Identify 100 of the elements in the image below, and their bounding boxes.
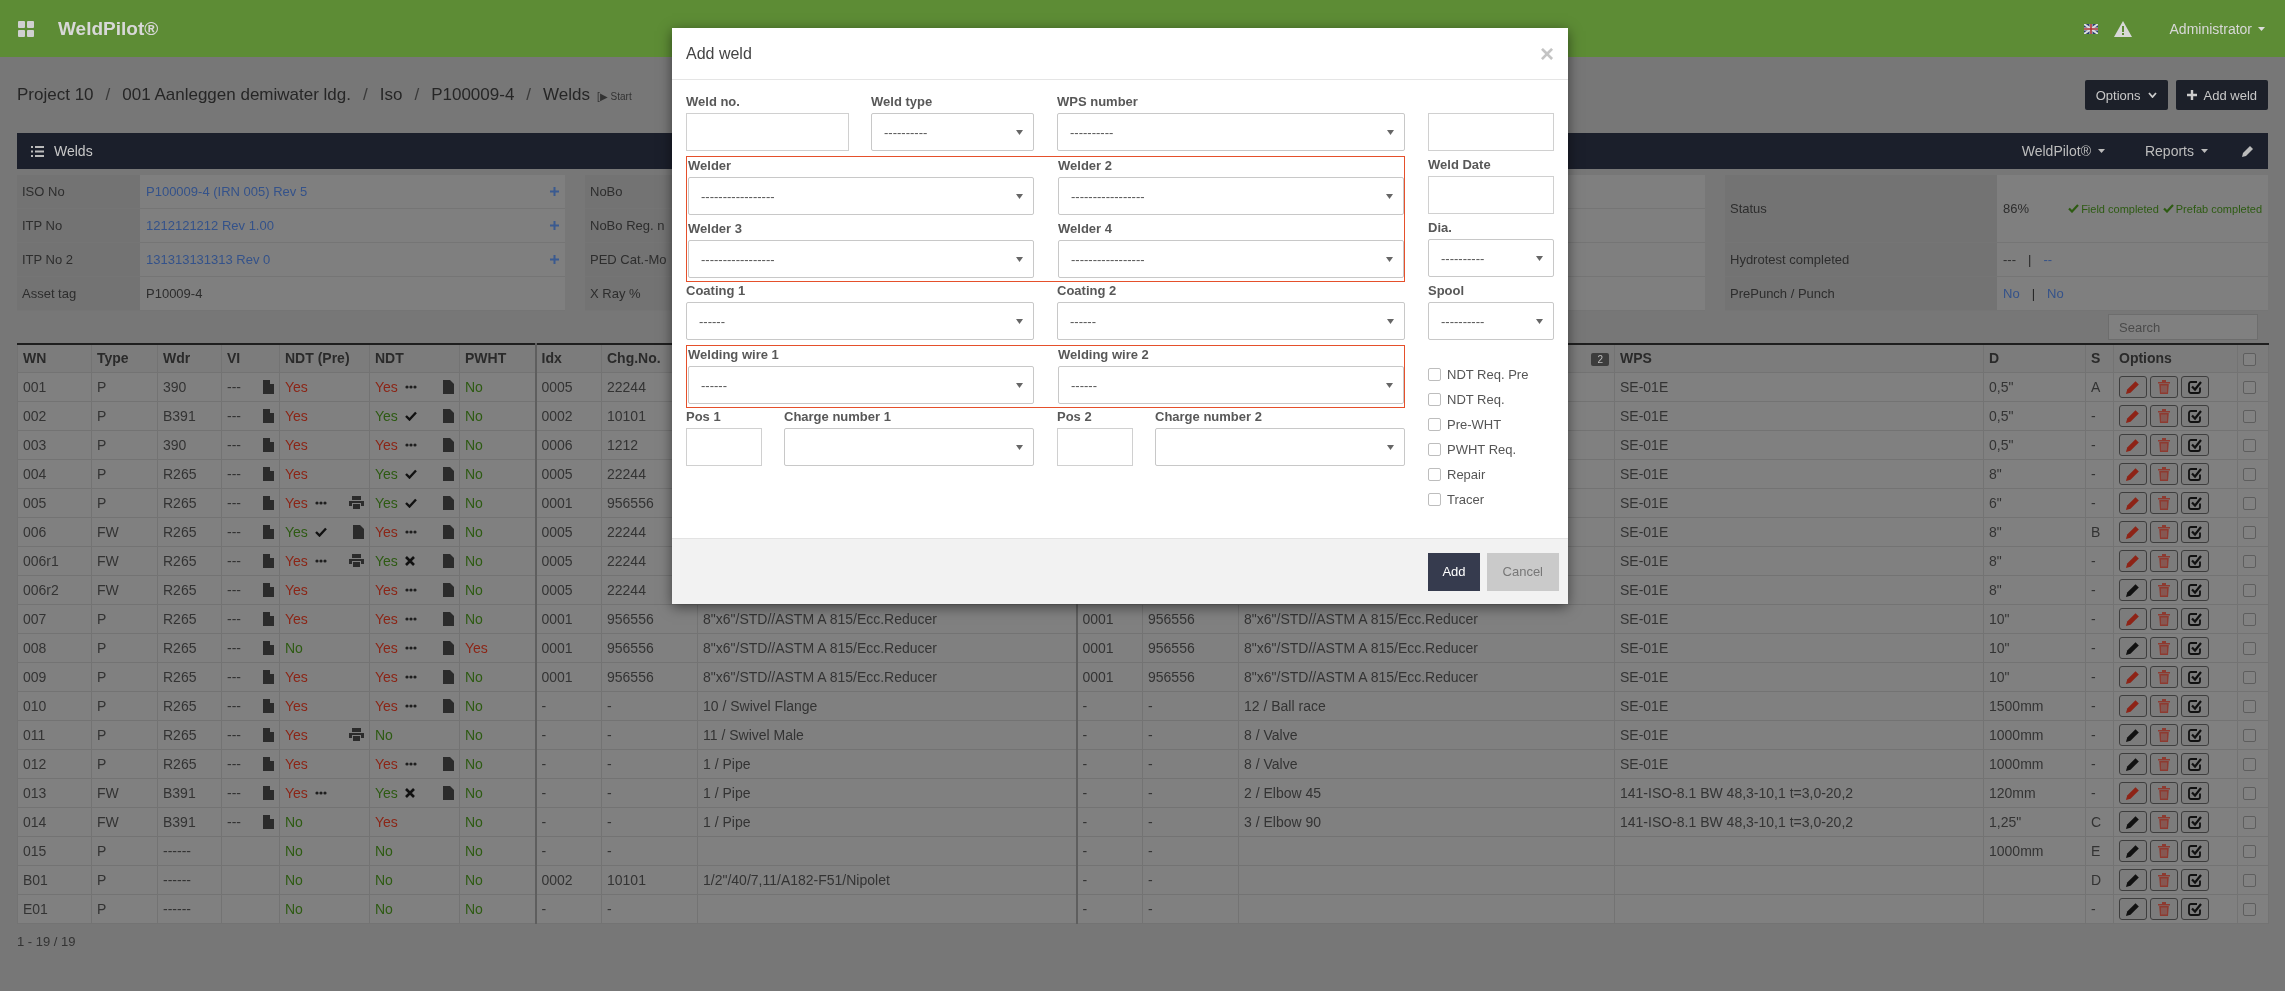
complete-button[interactable] (2181, 520, 2209, 543)
more-dots-icon[interactable] (404, 587, 417, 592)
complete-button[interactable] (2181, 665, 2209, 688)
row-checkbox[interactable] (2243, 555, 2256, 569)
document-icon[interactable] (263, 582, 274, 597)
edit-button[interactable] (2119, 433, 2147, 456)
delete-button[interactable] (2150, 578, 2178, 601)
more-dots-icon[interactable] (404, 703, 417, 708)
text-field[interactable] (686, 428, 762, 466)
document-icon[interactable] (263, 785, 274, 800)
complete-button[interactable] (2181, 491, 2209, 514)
row-checkbox[interactable] (2243, 816, 2256, 830)
row-checkbox[interactable] (2243, 787, 2256, 801)
more-dots-icon[interactable] (404, 616, 417, 621)
document-icon[interactable] (263, 437, 274, 452)
delete-button[interactable] (2150, 781, 2178, 804)
select-field[interactable]: ---------- (1057, 113, 1405, 151)
delete-button[interactable] (2150, 462, 2178, 485)
document-icon[interactable] (443, 379, 454, 394)
document-icon[interactable] (443, 553, 454, 568)
date-field[interactable] (1428, 176, 1554, 214)
edit-button[interactable] (2119, 723, 2147, 746)
complete-button[interactable] (2181, 839, 2209, 862)
document-icon[interactable] (263, 408, 274, 423)
row-checkbox[interactable] (2243, 584, 2256, 598)
edit-button[interactable] (2119, 781, 2147, 804)
panel-menu[interactable]: Reports (2138, 142, 2214, 160)
select-field[interactable]: ---------- (1428, 302, 1554, 340)
edit-button[interactable] (2119, 810, 2147, 833)
document-icon[interactable] (443, 640, 454, 655)
row-checkbox[interactable] (2243, 468, 2256, 482)
edit-button[interactable] (2119, 404, 2147, 427)
delete-button[interactable] (2150, 694, 2178, 717)
row-checkbox[interactable] (2243, 497, 2256, 511)
more-dots-icon[interactable] (404, 674, 417, 679)
checkbox[interactable] (1428, 493, 1441, 506)
select-field[interactable]: ------ (688, 366, 1034, 404)
complete-button[interactable] (2181, 549, 2209, 572)
document-icon[interactable] (263, 727, 274, 742)
document-icon[interactable] (443, 698, 454, 713)
document-icon[interactable] (443, 408, 454, 423)
row-checkbox[interactable] (2243, 613, 2256, 627)
complete-button[interactable] (2181, 607, 2209, 630)
document-icon[interactable] (263, 669, 274, 684)
delete-button[interactable] (2150, 752, 2178, 775)
delete-button[interactable] (2150, 636, 2178, 659)
edit-button[interactable] (2119, 839, 2147, 862)
grid-menu-icon[interactable] (18, 20, 34, 37)
select-field[interactable]: ----------------- (1058, 240, 1404, 278)
edit-button[interactable] (2119, 636, 2147, 659)
select-field[interactable]: ---------- (1428, 239, 1554, 277)
edit-button[interactable] (2119, 520, 2147, 543)
text-field[interactable] (1428, 113, 1554, 151)
warning-icon[interactable] (2113, 20, 2132, 37)
more-dots-icon[interactable] (404, 529, 417, 534)
document-icon[interactable] (263, 466, 274, 481)
document-icon[interactable] (443, 437, 454, 452)
complete-button[interactable] (2181, 781, 2209, 804)
document-icon[interactable] (443, 669, 454, 684)
select-field[interactable]: ------ (1057, 302, 1405, 340)
complete-button[interactable] (2181, 462, 2209, 485)
document-icon[interactable] (263, 756, 274, 771)
document-icon[interactable] (263, 524, 274, 539)
row-checkbox[interactable] (2243, 642, 2256, 656)
edit-button[interactable] (2119, 897, 2147, 920)
select-field[interactable] (1155, 428, 1405, 466)
complete-button[interactable] (2181, 810, 2209, 833)
document-icon[interactable] (443, 495, 454, 510)
complete-button[interactable] (2181, 694, 2209, 717)
pencil-icon[interactable] (2242, 145, 2254, 157)
checkbox[interactable] (1428, 368, 1441, 381)
delete-button[interactable] (2150, 868, 2178, 891)
edit-button[interactable] (2119, 665, 2147, 688)
text-field[interactable] (1057, 428, 1133, 466)
row-checkbox[interactable] (2243, 874, 2256, 888)
select-field[interactable]: ---------- (871, 113, 1034, 151)
document-icon[interactable] (443, 611, 454, 626)
more-dots-icon[interactable] (404, 761, 417, 766)
printer-icon[interactable] (349, 496, 364, 509)
checkbox[interactable] (1428, 418, 1441, 431)
select-field[interactable]: ------ (1058, 366, 1404, 404)
document-icon[interactable] (263, 814, 274, 829)
delete-button[interactable] (2150, 810, 2178, 833)
document-icon[interactable] (263, 553, 274, 568)
more-dots-icon[interactable] (404, 442, 417, 447)
more-dots-icon[interactable] (314, 558, 327, 563)
select-field[interactable]: ----------------- (1058, 177, 1404, 215)
select-all-checkbox[interactable] (2243, 353, 2256, 367)
delete-button[interactable] (2150, 404, 2178, 427)
row-checkbox[interactable] (2243, 671, 2256, 685)
printer-icon[interactable] (349, 728, 364, 741)
checkbox[interactable] (1428, 443, 1441, 456)
delete-button[interactable] (2150, 839, 2178, 862)
document-icon[interactable] (263, 698, 274, 713)
edit-button[interactable] (2119, 752, 2147, 775)
delete-button[interactable] (2150, 665, 2178, 688)
complete-button[interactable] (2181, 897, 2209, 920)
delete-button[interactable] (2150, 607, 2178, 630)
more-dots-icon[interactable] (404, 645, 417, 650)
document-icon[interactable] (263, 379, 274, 394)
